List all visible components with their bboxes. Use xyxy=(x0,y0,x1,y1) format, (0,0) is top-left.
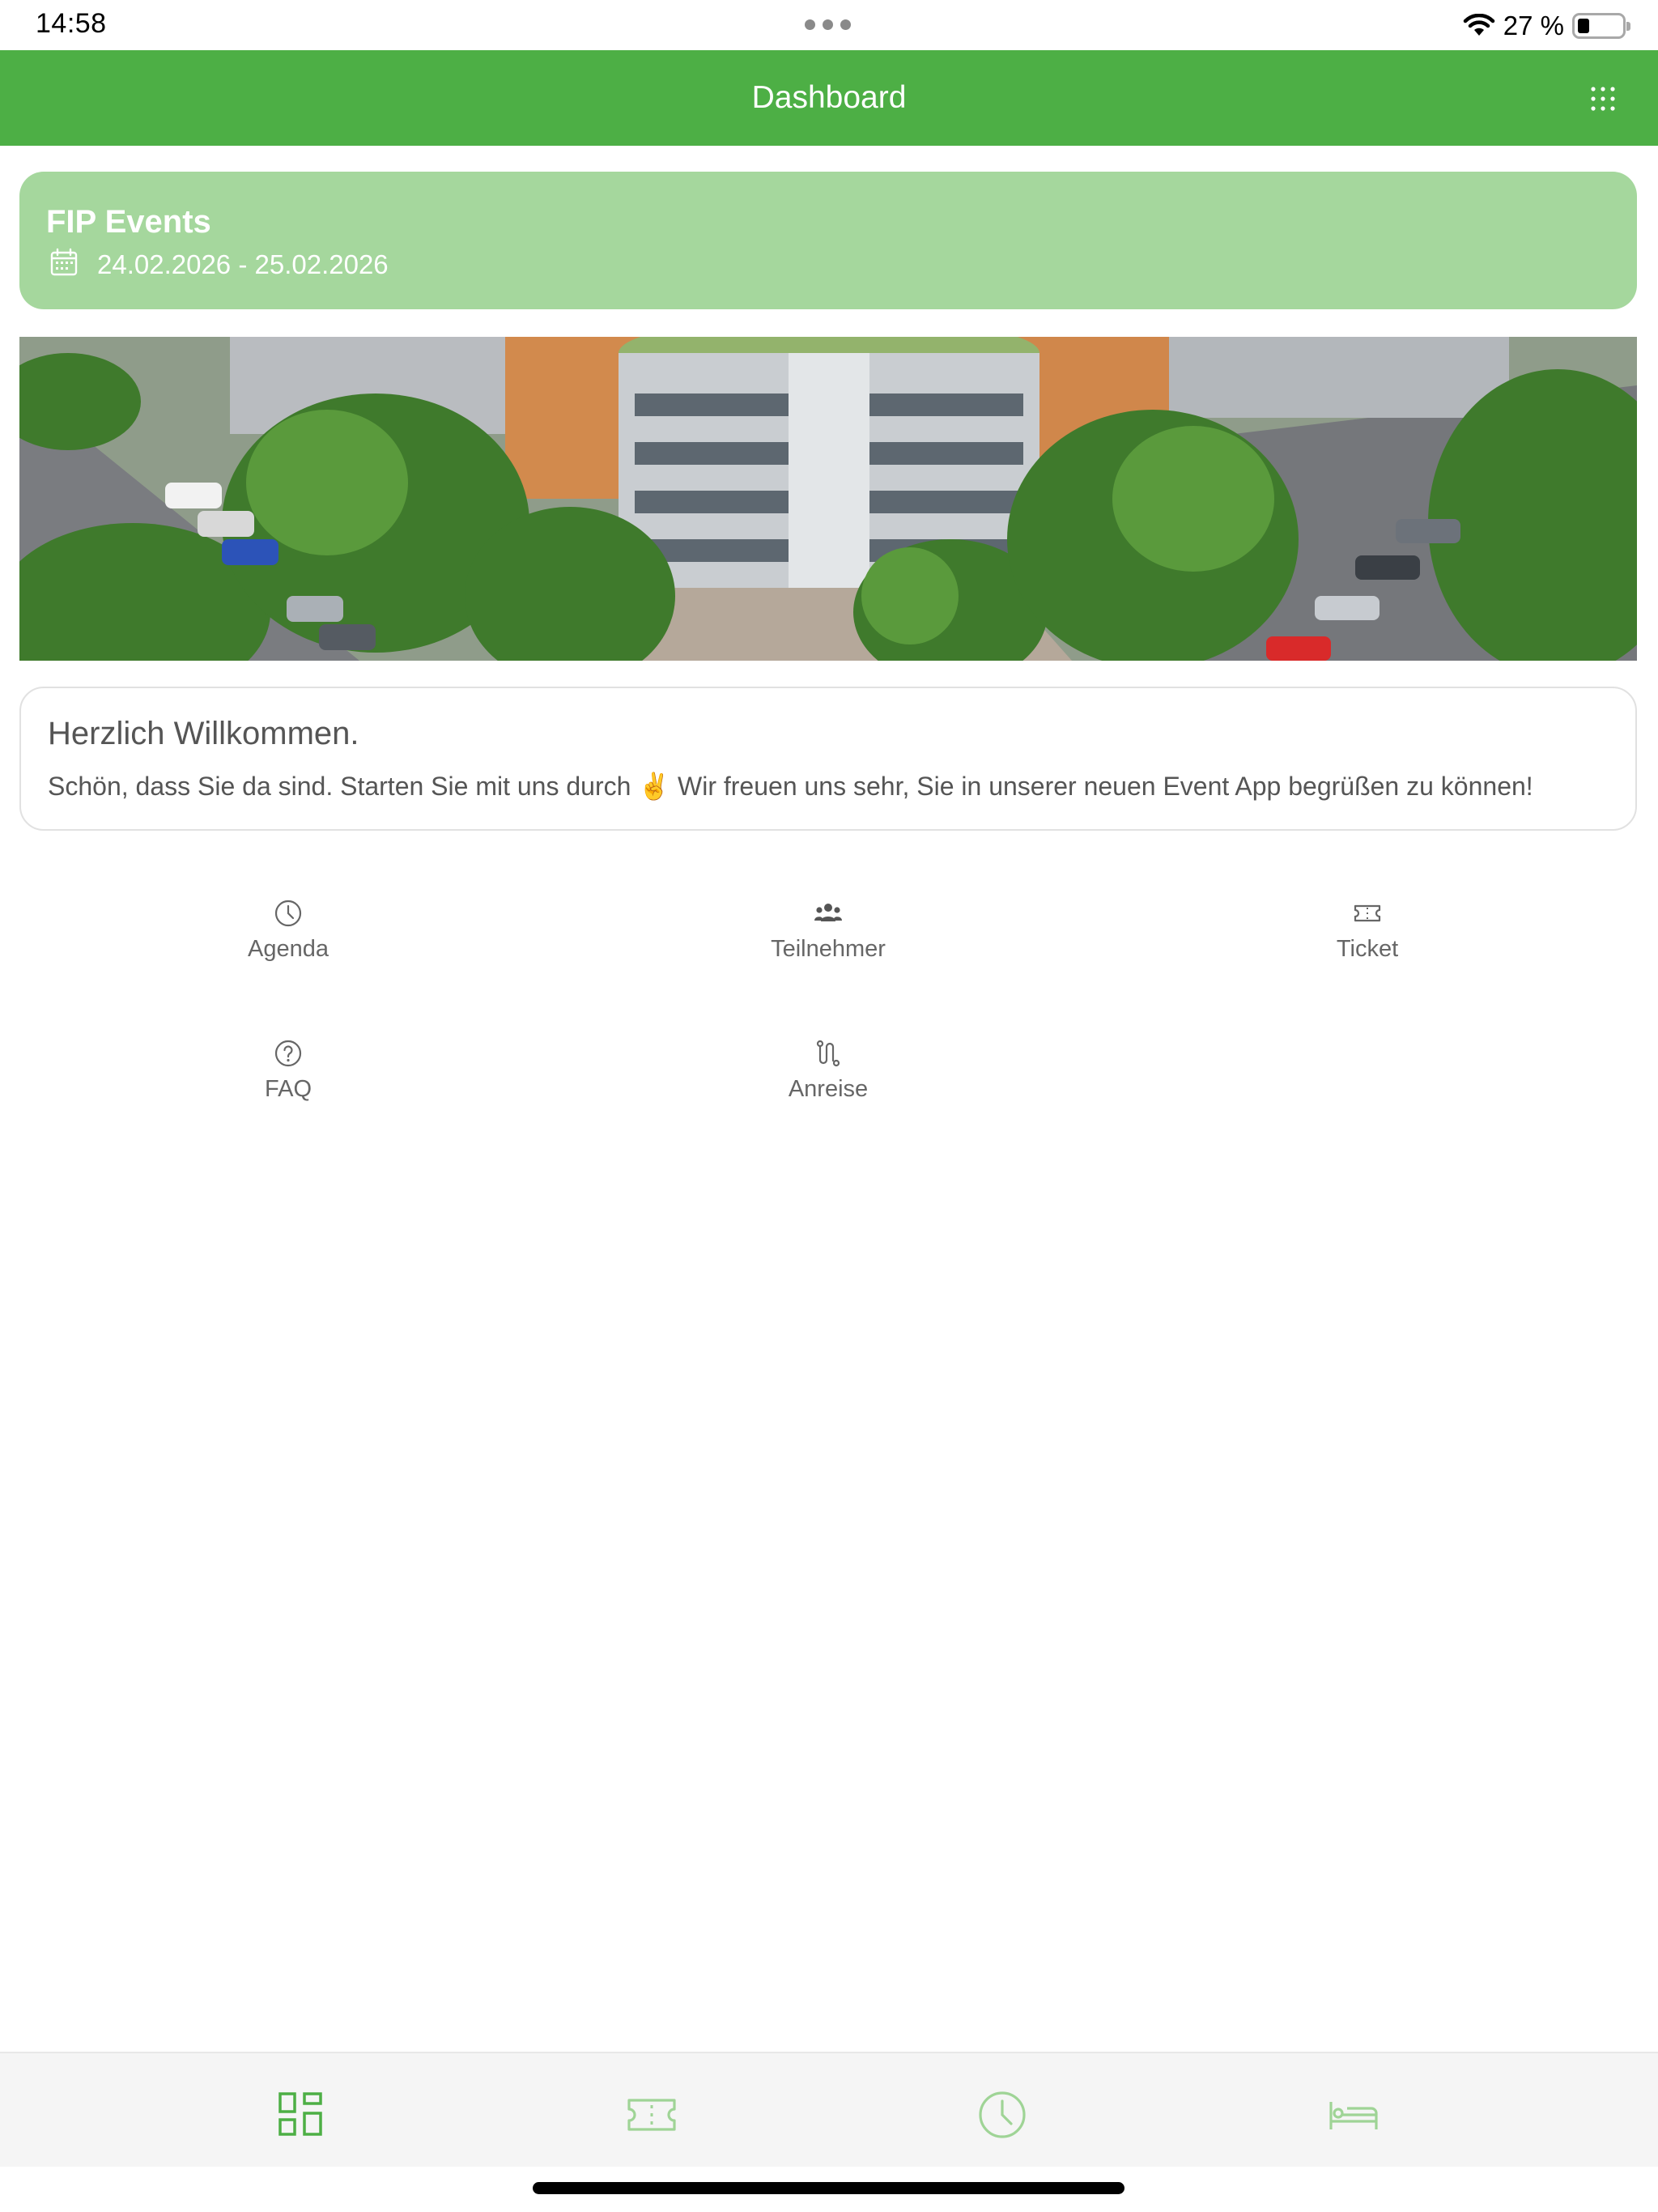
tile-label: Anreise xyxy=(788,1076,869,1102)
ticket-icon xyxy=(1354,904,1381,922)
tile-ticket[interactable]: Ticket xyxy=(1246,899,1489,996)
welcome-text: Schön, dass Sie da sind. Starten Sie mit… xyxy=(48,772,1533,801)
tile-label: Agenda xyxy=(248,936,329,962)
clock-icon[interactable] xyxy=(976,2089,1028,2141)
status-time: 14:58 xyxy=(36,8,107,39)
calendar-icon xyxy=(50,248,78,276)
route-icon xyxy=(816,1040,840,1067)
tile-label: Ticket xyxy=(1336,936,1399,962)
banner-image xyxy=(19,337,1637,661)
tile-teilnehmer[interactable]: Teilnehmer xyxy=(707,899,950,996)
tile-label: Teilnehmer xyxy=(771,936,886,962)
ticket-icon[interactable] xyxy=(626,2089,678,2141)
dashboard-icon[interactable] xyxy=(275,2089,327,2141)
tile-label: FAQ xyxy=(264,1076,312,1102)
welcome-card: Herzlich Willkommen. Schön, dass Sie da … xyxy=(19,687,1637,831)
tile-agenda[interactable]: Agenda xyxy=(167,899,410,996)
app-grid-icon[interactable] xyxy=(1587,83,1619,115)
wifi-icon xyxy=(1463,14,1495,36)
event-dates: 24.02.2026 - 25.02.2026 xyxy=(97,249,389,279)
bed-icon[interactable] xyxy=(1328,2089,1380,2141)
status-indicators: 27 % xyxy=(1463,10,1630,42)
question-circle-icon xyxy=(274,1040,302,1067)
battery-percent: 27 % xyxy=(1503,11,1564,40)
page-title: Dashboard xyxy=(751,80,907,115)
multitask-dots-icon[interactable] xyxy=(805,19,851,30)
tile-anreise[interactable]: Anreise xyxy=(707,1039,950,1136)
participants-icon xyxy=(814,904,842,921)
event-title: FIP Events xyxy=(46,204,211,240)
battery-icon xyxy=(1572,13,1630,39)
bottom-tab-bar xyxy=(0,2052,1658,2167)
clock-icon xyxy=(274,900,302,927)
home-indicator[interactable] xyxy=(533,2182,1124,2194)
app-header: Dashboard xyxy=(0,50,1658,146)
status-bar: 14:58 27 % xyxy=(0,0,1658,50)
tile-faq[interactable]: FAQ xyxy=(167,1039,410,1136)
welcome-title: Herzlich Willkommen. xyxy=(48,716,359,751)
event-card[interactable]: FIP Events 24.02.2026 - 25.02.2026 xyxy=(19,172,1637,309)
